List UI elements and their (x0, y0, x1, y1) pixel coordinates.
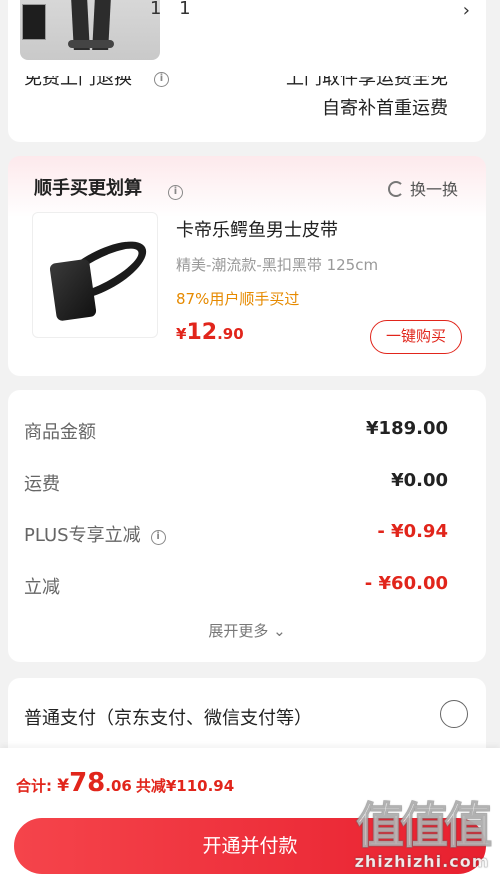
belt-buckle-shape (49, 258, 97, 322)
shoes-image (68, 40, 114, 48)
expand-more-button[interactable]: 展开更多 ⌄ (8, 620, 486, 641)
mini-thumbnail (22, 4, 46, 40)
return-self-ship-text: 自寄补首重运费 (322, 98, 448, 119)
info-icon[interactable]: i (150, 530, 166, 545)
upsell-buy-rate: 87%用户顺手买过 (176, 290, 300, 308)
return-pickup-text: 上门取件享运费全免 (286, 68, 448, 89)
summary-label: 运费 (24, 474, 60, 495)
price-summary-card: 商品金额 ¥189.00 运费 ¥0.00 PLUS专享立减 i - ¥0.94 … (8, 390, 486, 662)
swap-button[interactable]: 换一换 (387, 176, 458, 200)
info-icon[interactable]: i (168, 179, 183, 200)
summary-value: ¥189.00 (366, 418, 448, 439)
upsell-card: 顺手买更划算 i 换一换 卡帝乐鳄鱼男士皮带 精美-潮流款-黑扣黑带 125cm… (8, 156, 486, 376)
product-thumbnail[interactable] (20, 0, 160, 60)
activate-and-pay-button[interactable]: 开通并付款 (14, 818, 486, 874)
swap-label: 换一换 (409, 180, 458, 199)
summary-label: 商品金额 (24, 422, 96, 443)
checkout-bar: 合计: ¥78.06 共减¥110.94 开通并付款 (0, 748, 500, 880)
summary-value: - ¥60.00 (364, 573, 448, 594)
order-total: 合计: ¥78.06 共减¥110.94 (16, 768, 235, 798)
payment-radio[interactable] (440, 700, 468, 728)
summary-value: ¥0.00 (391, 470, 448, 491)
summary-value: - ¥0.94 (377, 521, 448, 542)
upsell-item-name[interactable]: 卡帝乐鳄鱼男士皮带 (176, 216, 338, 242)
payment-method-label: 普通支付（京东支付、微信支付等） (24, 708, 312, 729)
info-icon[interactable]: i (154, 70, 169, 87)
free-return-label: 免费上门退换 (24, 68, 132, 89)
summary-label: PLUS专享立减 i (24, 521, 166, 547)
upsell-title: 顺手买更划算 (34, 178, 142, 199)
product-card[interactable]: 1 1 › 免费上门退换 i 上门取件享运费全免 自寄补首重运费 (8, 0, 486, 142)
refresh-icon (387, 181, 404, 197)
upsell-item-spec: 精美-潮流款-黑扣黑带 125cm (176, 256, 379, 274)
one-click-buy-button[interactable]: 一键购买 (370, 320, 462, 354)
chevron-right-icon[interactable]: › (463, 0, 470, 21)
product-quantity: 1 1 (150, 0, 197, 19)
belt-image[interactable] (32, 212, 158, 338)
total-saved: 共减¥110.94 (135, 777, 235, 795)
summary-label: 立减 (24, 577, 60, 598)
upsell-item-price: ¥12.90 (176, 320, 244, 345)
